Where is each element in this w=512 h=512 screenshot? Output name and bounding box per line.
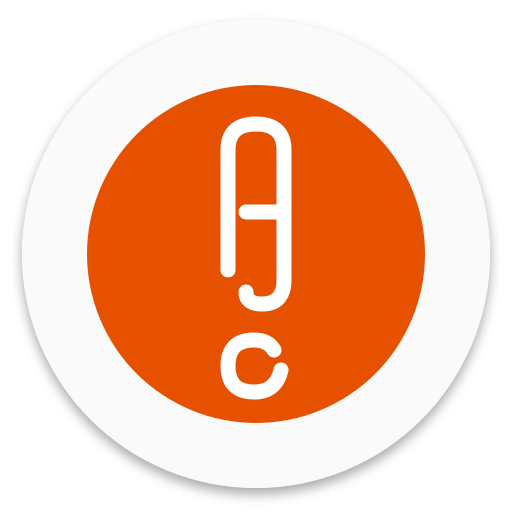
orange-inner-disc [87,85,425,423]
app-icon [22,20,490,488]
app-icon-canvas [0,0,512,512]
